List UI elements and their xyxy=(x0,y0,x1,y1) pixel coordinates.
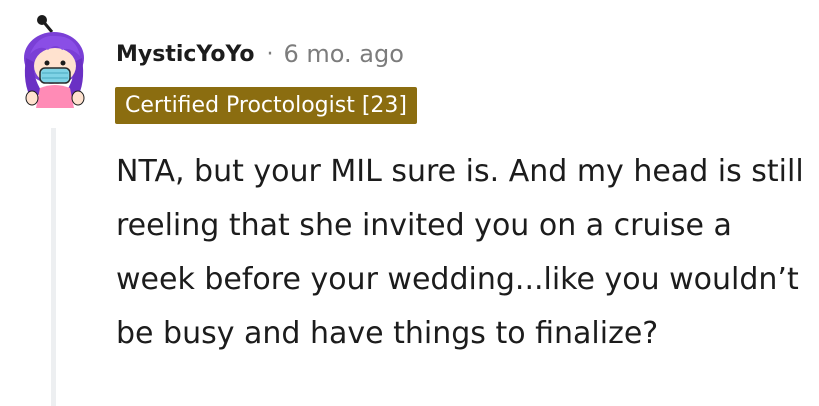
user-flair-badge: Certified Proctologist [23] xyxy=(115,87,418,124)
comment-header: MysticYoYo · 6 mo. ago xyxy=(116,36,404,72)
user-avatar-icon[interactable] xyxy=(20,14,90,110)
comment-timestamp[interactable]: 6 mo. ago xyxy=(283,40,403,68)
username-link[interactable]: MysticYoYo xyxy=(116,42,254,67)
thread-line[interactable] xyxy=(51,128,56,406)
comment-body: NTA, but your MIL sure is. And my head i… xyxy=(116,154,804,351)
meta-separator: · xyxy=(266,41,274,67)
